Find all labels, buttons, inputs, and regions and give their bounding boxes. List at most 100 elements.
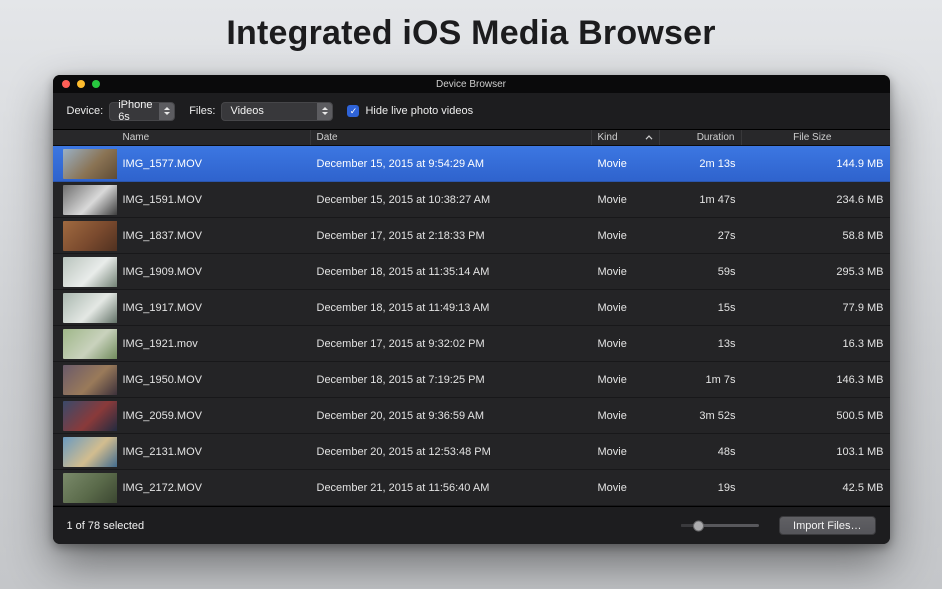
file-date: December 21, 2015 at 11:56:40 AM [311, 482, 592, 494]
file-size: 144.9 MB [742, 158, 890, 170]
table-header: Name Date Kind Duration File Size [53, 130, 890, 146]
checkbox-checked-icon[interactable]: ✓ [347, 105, 359, 117]
file-name: IMG_1950.MOV [117, 374, 311, 386]
zoom-window-button[interactable] [92, 80, 100, 88]
checkbox-label: Hide live photo videos [365, 105, 473, 117]
file-duration: 48s [660, 446, 742, 458]
thumbnail-cell [53, 401, 117, 431]
file-date: December 17, 2015 at 9:32:02 PM [311, 338, 592, 350]
file-size: 234.6 MB [742, 194, 890, 206]
file-kind: Movie [592, 338, 660, 350]
file-size: 146.3 MB [742, 374, 890, 386]
file-size: 77.9 MB [742, 302, 890, 314]
file-date: December 20, 2015 at 12:53:48 PM [311, 446, 592, 458]
file-duration: 3m 52s [660, 410, 742, 422]
device-browser-window: Device Browser Device: iPhone 6s Files: … [53, 75, 890, 544]
video-thumbnail [63, 401, 117, 431]
video-thumbnail [63, 221, 117, 251]
video-thumbnail [63, 293, 117, 323]
video-thumbnail [63, 437, 117, 467]
file-name: IMG_1837.MOV [117, 230, 311, 242]
name-column-header[interactable]: Name [117, 130, 311, 145]
file-date: December 18, 2015 at 7:19:25 PM [311, 374, 592, 386]
file-kind: Movie [592, 410, 660, 422]
hide-live-photo-checkbox[interactable]: ✓ Hide live photo videos [347, 105, 473, 117]
sort-ascending-icon [639, 135, 653, 140]
file-date: December 15, 2015 at 9:54:29 AM [311, 158, 592, 170]
window-titlebar[interactable]: Device Browser [53, 75, 890, 93]
table-row[interactable]: IMG_1950.MOVDecember 18, 2015 at 7:19:25… [53, 362, 890, 398]
device-popup-button[interactable]: iPhone 6s [109, 102, 175, 121]
file-duration: 2m 13s [660, 158, 742, 170]
kind-column-header[interactable]: Kind [592, 130, 660, 145]
file-duration: 27s [660, 230, 742, 242]
table-row[interactable]: IMG_1837.MOVDecember 17, 2015 at 2:18:33… [53, 218, 890, 254]
device-label: Device: [67, 105, 104, 117]
page-title: Integrated iOS Media Browser [0, 0, 942, 53]
thumbnail-zoom-slider[interactable] [681, 524, 759, 527]
file-kind: Movie [592, 482, 660, 494]
file-kind: Movie [592, 302, 660, 314]
thumbnail-cell [53, 257, 117, 287]
device-popup-value: iPhone 6s [118, 99, 152, 123]
file-name: IMG_2131.MOV [117, 446, 311, 458]
table-row[interactable]: IMG_1577.MOVDecember 15, 2015 at 9:54:29… [53, 146, 890, 182]
thumbnail-cell [53, 329, 117, 359]
table-row[interactable]: IMG_2172.MOVDecember 21, 2015 at 11:56:4… [53, 470, 890, 506]
thumbnail-cell [53, 293, 117, 323]
file-duration: 1m 7s [660, 374, 742, 386]
thumbnail-cell [53, 185, 117, 215]
file-date: December 18, 2015 at 11:35:14 AM [311, 266, 592, 278]
file-name: IMG_1577.MOV [117, 158, 311, 170]
file-date: December 20, 2015 at 9:36:59 AM [311, 410, 592, 422]
files-popup-button[interactable]: Videos [221, 102, 333, 121]
table-row[interactable]: IMG_2131.MOVDecember 20, 2015 at 12:53:4… [53, 434, 890, 470]
file-kind: Movie [592, 446, 660, 458]
file-duration: 1m 47s [660, 194, 742, 206]
video-thumbnail [63, 257, 117, 287]
table-row[interactable]: IMG_2059.MOVDecember 20, 2015 at 9:36:59… [53, 398, 890, 434]
file-name: IMG_1917.MOV [117, 302, 311, 314]
table-row[interactable]: IMG_1909.MOVDecember 18, 2015 at 11:35:1… [53, 254, 890, 290]
duration-column-header[interactable]: Duration [660, 130, 742, 145]
file-date: December 15, 2015 at 10:38:27 AM [311, 194, 592, 206]
video-thumbnail [63, 329, 117, 359]
traffic-lights [62, 75, 100, 93]
file-date: December 17, 2015 at 2:18:33 PM [311, 230, 592, 242]
table-row[interactable]: IMG_1921.movDecember 17, 2015 at 9:32:02… [53, 326, 890, 362]
file-size: 58.8 MB [742, 230, 890, 242]
popup-arrows-icon [317, 103, 332, 120]
window-title: Device Browser [436, 79, 506, 90]
video-thumbnail [63, 473, 117, 503]
filesize-column-header[interactable]: File Size [742, 130, 890, 145]
file-kind: Movie [592, 158, 660, 170]
file-name: IMG_2172.MOV [117, 482, 311, 494]
popup-arrows-icon [159, 103, 174, 120]
files-label: Files: [189, 105, 215, 117]
video-thumbnail [63, 149, 117, 179]
file-name: IMG_1909.MOV [117, 266, 311, 278]
close-window-button[interactable] [62, 80, 70, 88]
thumbnail-cell [53, 437, 117, 467]
thumbnail-cell [53, 365, 117, 395]
file-size: 500.5 MB [742, 410, 890, 422]
file-size: 16.3 MB [742, 338, 890, 350]
import-files-button[interactable]: Import Files… [779, 516, 875, 535]
file-kind: Movie [592, 194, 660, 206]
file-duration: 13s [660, 338, 742, 350]
table-row[interactable]: IMG_1591.MOVDecember 15, 2015 at 10:38:2… [53, 182, 890, 218]
file-size: 295.3 MB [742, 266, 890, 278]
table-body: IMG_1577.MOVDecember 15, 2015 at 9:54:29… [53, 146, 890, 506]
table-row[interactable]: IMG_1917.MOVDecember 18, 2015 at 11:49:1… [53, 290, 890, 326]
video-thumbnail [63, 365, 117, 395]
thumbnail-column-header [53, 130, 117, 145]
file-name: IMG_2059.MOV [117, 410, 311, 422]
file-kind: Movie [592, 266, 660, 278]
thumbnail-cell [53, 149, 117, 179]
selection-status: 1 of 78 selected [67, 520, 145, 532]
minimize-window-button[interactable] [77, 80, 85, 88]
file-duration: 59s [660, 266, 742, 278]
slider-thumb[interactable] [693, 520, 704, 531]
files-popup-value: Videos [230, 105, 310, 117]
date-column-header[interactable]: Date [311, 130, 592, 145]
